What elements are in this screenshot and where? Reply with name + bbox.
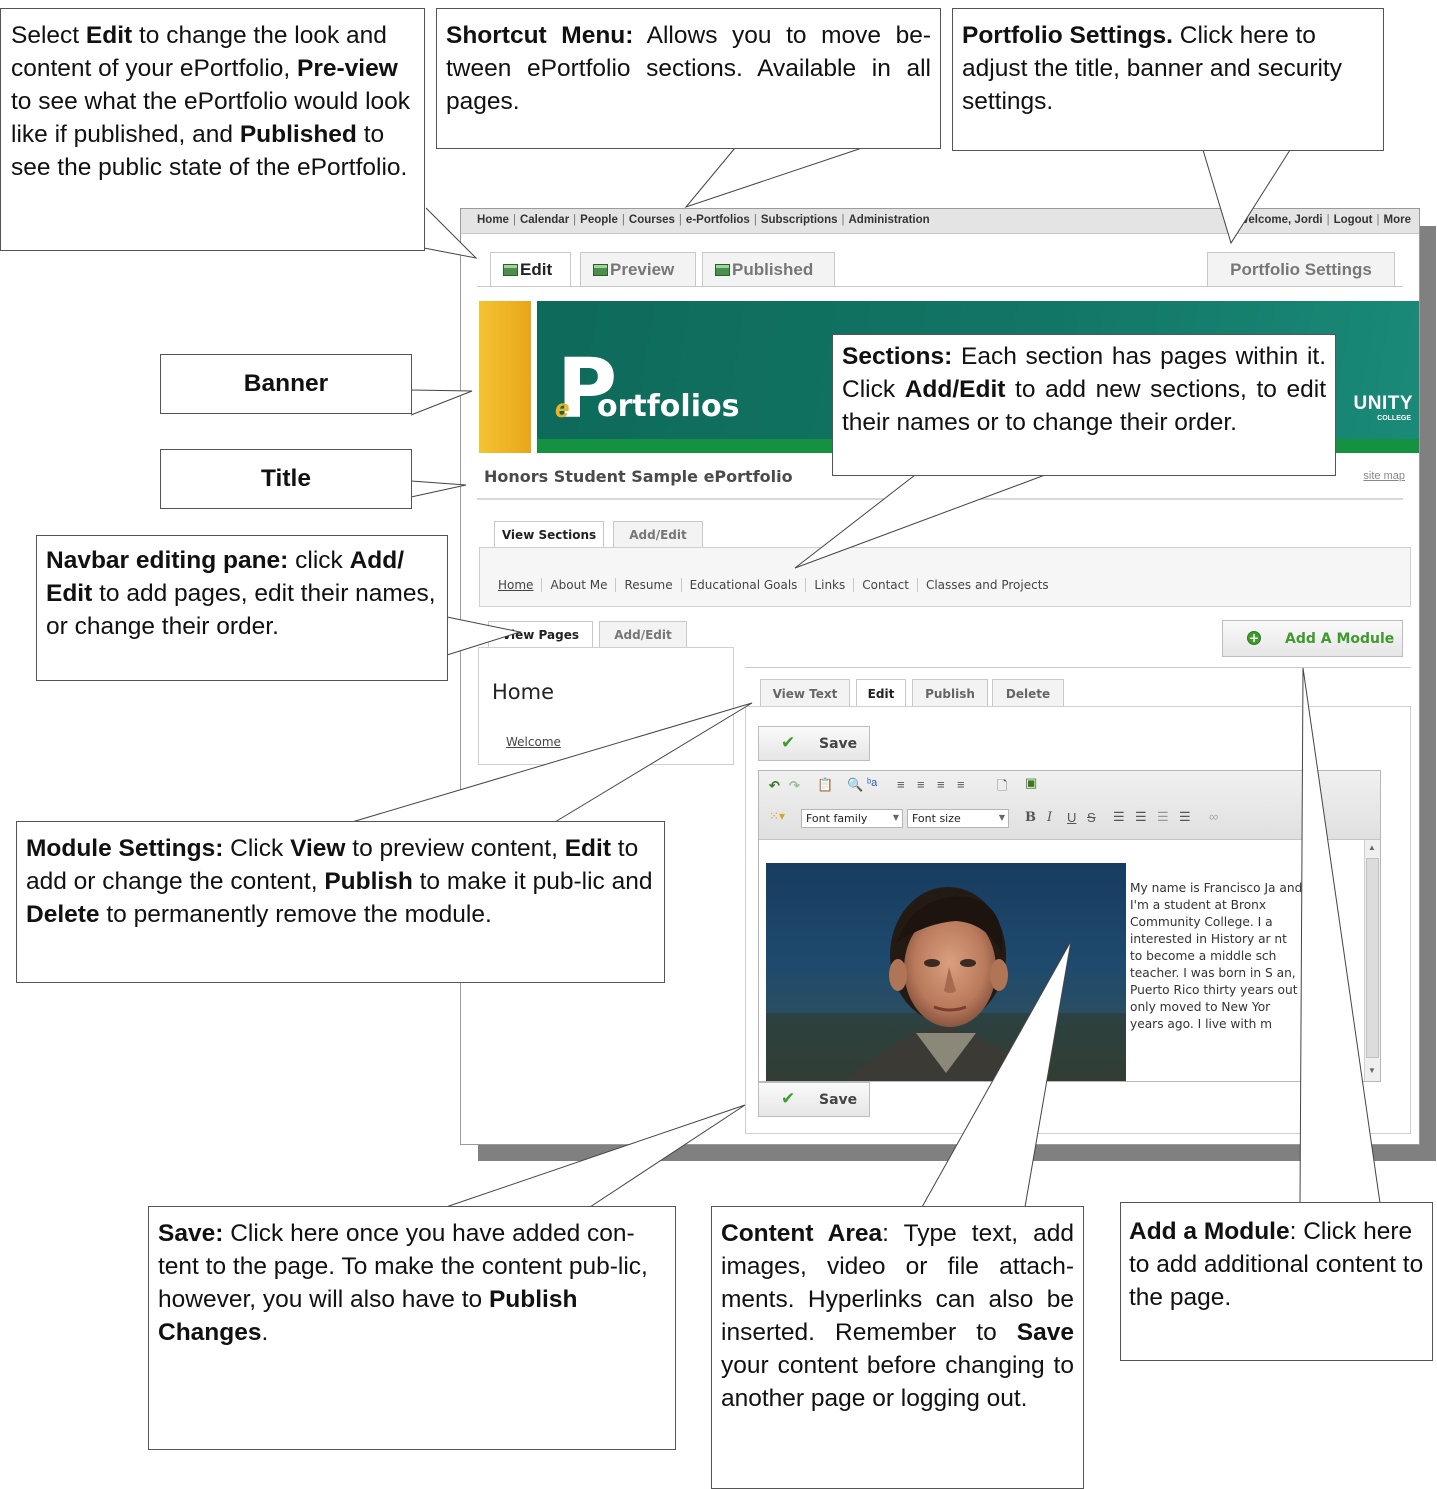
tab-divider bbox=[477, 286, 1403, 287]
redo-icon[interactable]: ↷ bbox=[789, 778, 800, 794]
title-divider bbox=[477, 498, 1403, 500]
nav-link-courses[interactable]: Courses bbox=[629, 214, 675, 226]
page-link-welcome[interactable]: Welcome bbox=[506, 735, 561, 749]
replace-icon[interactable]: ᵇa bbox=[867, 777, 877, 789]
callout-shortcut-menu: Shortcut Menu: Allows you to move be-twe… bbox=[436, 8, 941, 149]
tab-module-publish[interactable]: Publish bbox=[912, 679, 988, 707]
add-module-button[interactable]: + Add A Module bbox=[1222, 620, 1403, 657]
callout-title: Title bbox=[160, 449, 412, 509]
module-divider bbox=[745, 667, 1411, 668]
nav-link-calendar[interactable]: Calendar bbox=[520, 214, 569, 226]
college-logo-subtext: COLLEGE bbox=[1377, 415, 1411, 422]
college-logo-text: UNITY bbox=[1353, 393, 1413, 414]
checkmark-icon: ✔ bbox=[781, 1089, 796, 1109]
sections-navbar: Home About Me Resume Educational Goals Links… bbox=[479, 547, 1411, 607]
more-link[interactable]: More bbox=[1384, 214, 1411, 226]
align-left-icon[interactable]: ≡ bbox=[897, 777, 905, 792]
link-icon[interactable]: ∞ bbox=[1209, 809, 1218, 824]
section-link-resume[interactable]: Resume bbox=[615, 578, 680, 592]
pages-pane: Home Welcome bbox=[478, 647, 734, 765]
checkmark-icon: ✔ bbox=[781, 733, 796, 753]
tab-add-edit-pages[interactable]: Add/Edit bbox=[599, 621, 687, 647]
top-navigation: Home | Calendar | People | Courses | e-Portfolio… bbox=[461, 209, 1419, 234]
scroll-down-icon[interactable]: ▼ bbox=[1368, 1066, 1376, 1075]
callout-content-area: Content Area: Type text, add images, vid… bbox=[711, 1206, 1084, 1489]
page-icon bbox=[503, 264, 518, 276]
section-link-home[interactable]: Home bbox=[480, 578, 541, 592]
tab-add-edit-sections[interactable]: Add/Edit bbox=[613, 521, 703, 547]
align-justify-icon[interactable]: ≡ bbox=[957, 777, 965, 792]
callout-banner: Banner bbox=[160, 354, 412, 414]
eportfolios-logo: P e ortfolios bbox=[555, 342, 740, 437]
tab-preview[interactable]: Preview bbox=[580, 252, 696, 286]
callout-sections: Sections: Each section has pages within … bbox=[832, 334, 1336, 476]
callout-navbar: Navbar editing pane: click Add/ Edit to … bbox=[36, 535, 448, 681]
nav-link-administration[interactable]: Administration bbox=[849, 214, 930, 226]
portrait-image bbox=[766, 887, 1126, 1081]
nav-link-eportfolios[interactable]: e-Portfolios bbox=[686, 214, 750, 226]
logout-link[interactable]: Logout bbox=[1334, 214, 1373, 226]
font-size-select[interactable]: Font size ▼ bbox=[907, 809, 1009, 828]
scroll-thumb[interactable] bbox=[1366, 858, 1379, 1058]
indent-icon[interactable]: ☰ bbox=[1179, 809, 1191, 825]
align-center-icon[interactable]: ≡ bbox=[917, 777, 925, 792]
callout-portfolio-settings: Portfolio Settings. Click here to adjust… bbox=[952, 8, 1384, 151]
italic-icon[interactable]: I bbox=[1047, 810, 1052, 825]
callout-edit-preview: Select Edit to change the look and conte… bbox=[0, 8, 425, 251]
site-map-link[interactable]: site map bbox=[1363, 470, 1405, 482]
pages-heading: Home bbox=[492, 680, 555, 704]
body-text: My name is Francisco Ja and I'm a studen… bbox=[1130, 881, 1303, 1031]
outdent-icon[interactable]: ☰ bbox=[1157, 809, 1169, 825]
section-link-links[interactable]: Links bbox=[805, 578, 853, 592]
page-icon bbox=[715, 264, 730, 276]
save-button-bottom[interactable]: ✔ Save bbox=[758, 1082, 870, 1117]
section-link-about-me[interactable]: About Me bbox=[541, 578, 615, 592]
tab-module-delete[interactable]: Delete bbox=[992, 679, 1064, 707]
tab-edit[interactable]: Edit bbox=[490, 252, 571, 286]
section-link-contact[interactable]: Contact bbox=[853, 578, 917, 592]
save-button-top[interactable]: ✔ Save bbox=[758, 726, 870, 761]
plus-circle-icon: + bbox=[1247, 631, 1261, 645]
tab-view-text[interactable]: View Text bbox=[760, 679, 850, 707]
callout-add-module: Add a Module: Click here to add addition… bbox=[1120, 1202, 1433, 1361]
editor-toolbar: ↶ ↷ 📋 🔍 ᵇa ≡ ≡ ≡ ≡ 🗋 ▣ ⁙▾ Font family ▼ F… bbox=[759, 771, 1380, 840]
tab-view-sections[interactable]: View Sections bbox=[494, 521, 604, 547]
callout-module-settings: Module Settings: Click View to preview c… bbox=[16, 821, 665, 983]
font-family-select[interactable]: Font family ▼ bbox=[801, 809, 903, 828]
tab-view-pages[interactable]: View Pages bbox=[488, 621, 593, 648]
paste-icon[interactable]: 📋 bbox=[817, 777, 833, 793]
strikethrough-icon[interactable]: S bbox=[1087, 810, 1096, 825]
rich-text-editor[interactable]: ↶ ↷ 📋 🔍 ᵇa ≡ ≡ ≡ ≡ 🗋 ▣ ⁙▾ Font family ▼ F… bbox=[758, 770, 1381, 1082]
section-link-educational-goals[interactable]: Educational Goals bbox=[680, 578, 806, 592]
student-photo bbox=[766, 863, 1126, 1081]
welcome-text: Welcome, Jordi bbox=[1237, 214, 1323, 226]
callout-save: Save: Click here once you have added con… bbox=[148, 1206, 676, 1450]
content-scrollbar[interactable]: ▲ ▼ bbox=[1364, 840, 1380, 1081]
undo-icon[interactable]: ↶ bbox=[769, 778, 780, 794]
tab-module-edit[interactable]: Edit bbox=[856, 679, 906, 708]
numbered-list-icon[interactable]: ☰ bbox=[1135, 809, 1147, 825]
portfolio-settings-tab[interactable]: Portfolio Settings bbox=[1207, 252, 1395, 286]
portfolio-title: Honors Student Sample ePortfolio bbox=[484, 467, 793, 486]
color-palette-icon[interactable]: ⁙▾ bbox=[769, 809, 785, 823]
image-icon[interactable]: ▣ bbox=[1025, 775, 1037, 791]
bullet-list-icon[interactable]: ☰ bbox=[1113, 809, 1125, 825]
scroll-up-icon[interactable]: ▲ bbox=[1368, 843, 1376, 852]
content-area[interactable]: My name is Francisco Ja and I'm a studen… bbox=[759, 840, 1364, 1081]
new-document-icon[interactable]: 🗋 bbox=[997, 777, 1007, 799]
nav-link-home[interactable]: Home bbox=[477, 214, 509, 226]
banner-yellow-stripe bbox=[479, 301, 531, 453]
underline-icon[interactable]: U bbox=[1067, 810, 1076, 825]
section-link-classes-projects[interactable]: Classes and Projects bbox=[916, 578, 1057, 592]
nav-link-people[interactable]: People bbox=[580, 214, 618, 226]
tab-published[interactable]: Published bbox=[702, 252, 835, 286]
find-icon[interactable]: 🔍 bbox=[847, 777, 863, 793]
nav-link-subscriptions[interactable]: Subscriptions bbox=[761, 214, 838, 226]
align-right-icon[interactable]: ≡ bbox=[937, 777, 945, 792]
page-icon bbox=[593, 264, 608, 276]
bold-icon[interactable]: B bbox=[1025, 810, 1036, 825]
